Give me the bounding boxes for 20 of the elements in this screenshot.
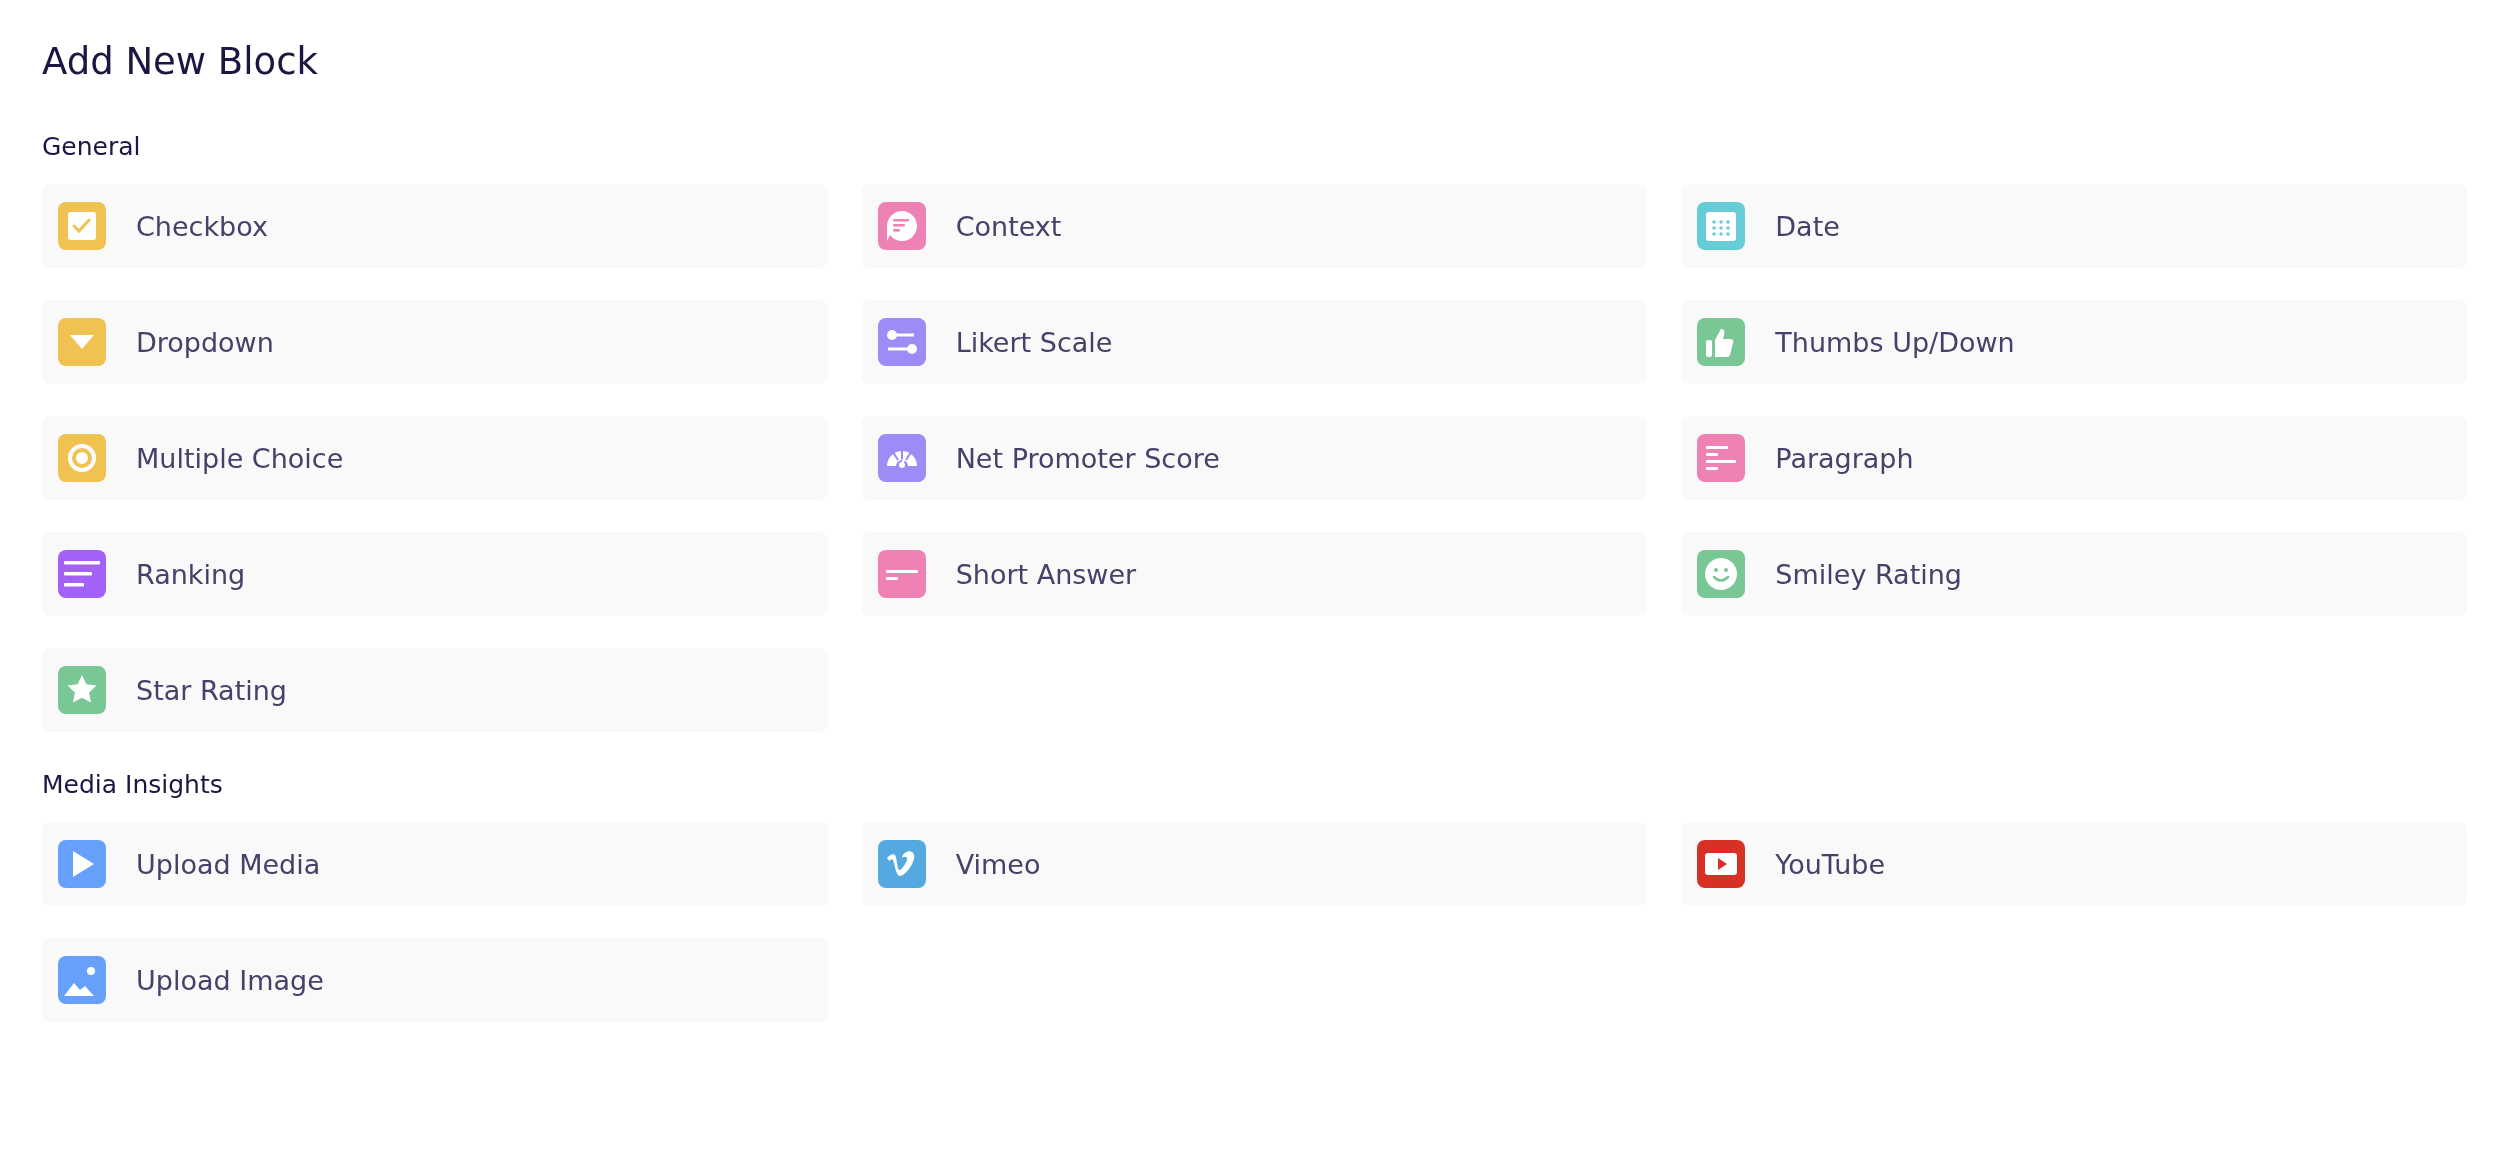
block-option[interactable]: Thumbs Up/Down	[1681, 300, 2467, 384]
block-option[interactable]: Dropdown	[42, 300, 828, 384]
block-option[interactable]: Smiley Rating	[1681, 532, 2467, 616]
block-option[interactable]: YouTube	[1681, 822, 2467, 906]
section-heading: General	[42, 131, 142, 163]
block-option[interactable]: Upload Media	[42, 822, 828, 906]
block-option[interactable]: Checkbox	[42, 184, 828, 268]
block-option[interactable]: Multiple Choice	[42, 416, 828, 500]
block-option[interactable]: Vimeo	[861, 822, 1648, 906]
block-option[interactable]: Star Rating	[42, 648, 828, 732]
block-option[interactable]: Short Answer	[861, 532, 1648, 616]
block-option[interactable]: Upload Image	[42, 938, 828, 1022]
page-title: Add New Block	[42, 39, 319, 85]
block-option[interactable]: Context	[861, 184, 1648, 268]
block-option[interactable]: Paragraph	[1681, 416, 2467, 500]
block-option[interactable]: Date	[1681, 184, 2467, 268]
block-option[interactable]: Net Promoter Score	[861, 416, 1648, 500]
block-option[interactable]: Ranking	[42, 532, 828, 616]
block-option[interactable]: Likert Scale	[861, 300, 1648, 384]
section-heading: Media Insights	[42, 769, 224, 801]
